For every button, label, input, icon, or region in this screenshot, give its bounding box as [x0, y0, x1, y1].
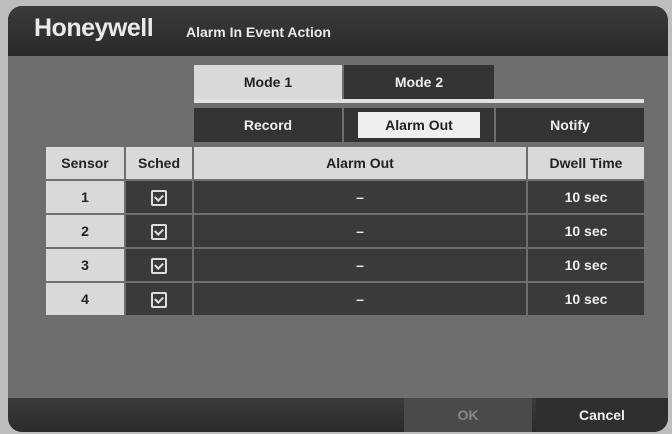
schedule-checkbox[interactable]: [126, 283, 192, 315]
sensor-number: 3: [46, 249, 124, 281]
subtab-record[interactable]: Record: [194, 108, 342, 142]
column-header-sensor: Sensor: [46, 147, 124, 179]
dwell-time-value[interactable]: 10 sec: [528, 181, 644, 213]
brand-logo: Honeywell: [34, 14, 154, 42]
subtab-notify[interactable]: Notify: [496, 108, 644, 142]
alarm-out-value[interactable]: –: [194, 181, 526, 213]
schedule-check-icon: [151, 292, 167, 308]
dwell-time-value[interactable]: 10 sec: [528, 249, 644, 281]
subtab-alarm-out[interactable]: Alarm Out: [344, 108, 494, 142]
subtab-alarm-out-label: Alarm Out: [358, 112, 480, 138]
ok-button[interactable]: OK: [404, 398, 532, 432]
schedule-checkbox[interactable]: [126, 215, 192, 247]
alarm-in-event-action-window: Honeywell Alarm In Event Action Mode 1 M…: [8, 6, 668, 432]
schedule-checkbox[interactable]: [126, 181, 192, 213]
dwell-time-value[interactable]: 10 sec: [528, 283, 644, 315]
dwell-time-value[interactable]: 10 sec: [528, 215, 644, 247]
cancel-button[interactable]: Cancel: [536, 398, 668, 432]
schedule-check-icon: [151, 190, 167, 206]
alarm-out-value[interactable]: –: [194, 283, 526, 315]
column-header-sched: Sched: [126, 147, 192, 179]
column-header-alarm-out: Alarm Out: [194, 147, 526, 179]
schedule-check-icon: [151, 224, 167, 240]
window-title: Alarm In Event Action: [186, 24, 331, 40]
tab-mode-2[interactable]: Mode 2: [344, 65, 494, 99]
schedule-check-icon: [151, 258, 167, 274]
tab-underline: [194, 99, 644, 103]
sensor-number: 4: [46, 283, 124, 315]
column-header-dwell-time: Dwell Time: [528, 147, 644, 179]
sensor-number: 2: [46, 215, 124, 247]
sensor-number: 1: [46, 181, 124, 213]
title-bar: Honeywell Alarm In Event Action: [8, 6, 668, 56]
alarm-out-value[interactable]: –: [194, 215, 526, 247]
schedule-checkbox[interactable]: [126, 249, 192, 281]
alarm-out-value[interactable]: –: [194, 249, 526, 281]
tab-mode-1[interactable]: Mode 1: [194, 65, 342, 99]
